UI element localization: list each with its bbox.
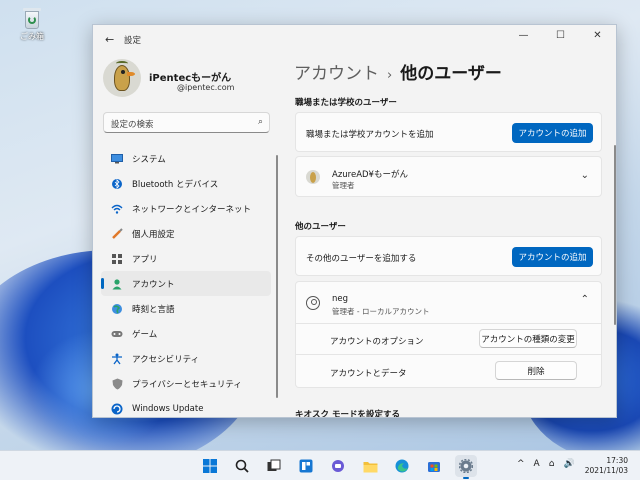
account-options-row: アカウントのオプション アカウントの種類の変更 [295,324,602,355]
content-scrollbar[interactable] [614,145,616,325]
breadcrumb-separator: › [387,68,393,83]
avatar[interactable] [103,59,141,97]
taskbar: ^ A ⌂ 🔊 17:30 2021/11/03 [0,450,640,480]
sidebar-item-apps[interactable]: アプリ [101,246,271,271]
recycle-bin-desktop-icon[interactable]: ごみ箱 [14,6,50,42]
profile-name: iPentecもーがん [149,73,232,84]
widgets-icon[interactable] [295,455,317,477]
settings-icon[interactable] [455,455,477,479]
accessibility-icon [111,353,123,365]
account-data-row: アカウントとデータ 削除 [295,355,602,388]
recycle-bin-icon [22,6,42,30]
windows-start-icon[interactable] [199,455,221,477]
sidebar-item-time-language[interactable]: 時刻と言語 [101,296,271,321]
task-view-icon[interactable] [263,455,285,477]
tray-chevron-icon[interactable]: ^ [517,459,525,469]
chevron-up-icon[interactable]: ⌃ [581,294,589,305]
sidebar-item-privacy[interactable]: プライバシーとセキュリティ [101,371,271,396]
shield-icon [111,378,123,390]
search-icon: ⌕ [257,117,263,127]
sidebar-item-accounts[interactable]: アカウント [101,271,271,296]
profile-header: iPentecもーがん @ipentec.com [103,59,273,103]
monitor-icon [111,153,123,165]
account-icon [111,278,123,290]
add-work-account-button[interactable]: アカウントの追加 [512,123,593,143]
network-icon[interactable]: ⌂ [549,459,555,469]
search-icon[interactable] [231,455,253,477]
title-bar[interactable]: ← 設定 — ☐ ✕ [93,25,616,53]
settings-window: ← 設定 — ☐ ✕ iPentecもーがん @ipentec.com 設定の検… [92,24,617,418]
ime-indicator[interactable]: A [534,459,540,469]
chat-icon[interactable] [327,455,349,477]
clock-time: 17:30 [606,456,628,465]
file-explorer-icon[interactable] [359,455,381,477]
person-icon [306,296,320,310]
update-icon [111,403,123,415]
close-button[interactable]: ✕ [579,25,616,45]
other-users-section-title: 他のユーザー [295,222,346,232]
sidebar-item-gaming[interactable]: ゲーム [101,321,271,346]
brush-icon [111,227,123,240]
local-user-row[interactable]: neg 管理者 - ローカルアカウント ⌃ [295,281,602,324]
add-work-account-card: 職場または学校アカウントを追加 アカウントの追加 [295,112,602,152]
apps-icon [111,253,123,265]
add-other-user-card: その他のユーザーを追加する アカウントの追加 [295,236,602,276]
profile-email: @ipentec.com [177,83,235,92]
sidebar-item-system[interactable]: システム [101,146,271,171]
user-avatar-icon [306,170,320,184]
delete-account-button[interactable]: 削除 [495,361,577,380]
chevron-down-icon[interactable]: ⌄ [581,170,589,181]
sidebar-item-network[interactable]: ネットワークとインターネット [101,196,271,221]
volume-icon[interactable]: 🔊 [563,459,574,469]
work-school-section-title: 職場または学校のユーザー [295,98,397,108]
recycle-bin-label: ごみ箱 [20,32,44,41]
search-placeholder: 設定の検索 [111,120,154,130]
sidebar-item-bluetooth[interactable]: Bluetooth とデバイス [101,171,271,196]
settings-search-input[interactable]: 設定の検索 ⌕ [103,112,270,133]
kiosk-section-title: キオスク モードを設定する [295,410,400,418]
work-user-row[interactable]: AzureAD¥もーがん 管理者 ⌄ [295,156,602,197]
back-arrow-icon[interactable]: ← [105,33,114,46]
taskbar-clock[interactable]: 17:30 2021/11/03 [585,456,628,476]
maximize-button[interactable]: ☐ [542,25,579,45]
minimize-button[interactable]: — [505,25,542,45]
clock-date: 2021/11/03 [584,466,628,475]
sidebar-item-personalization[interactable]: 個人用設定 [101,221,271,246]
edge-icon[interactable] [391,455,413,477]
change-account-type-button[interactable]: アカウントの種類の変更 [479,329,577,348]
sidebar-scrollbar[interactable] [276,155,278,398]
sidebar-nav: システム Bluetooth とデバイス ネットワークとインターネット 個人用設… [101,146,271,417]
wifi-icon [111,203,123,215]
gamepad-icon [111,328,123,340]
breadcrumb[interactable]: アカウント [294,64,379,84]
sidebar-item-windows-update[interactable]: Windows Update [101,396,271,417]
globe-icon [111,303,123,315]
add-other-user-button[interactable]: アカウントの追加 [512,247,593,267]
sidebar-item-accessibility[interactable]: アクセシビリティ [101,346,271,371]
breadcrumb-current: 他のユーザー [400,64,502,84]
store-icon[interactable] [423,455,445,477]
bluetooth-icon [111,178,123,190]
page-title: アカウント › 他のユーザー [294,59,502,84]
system-tray: ^ A ⌂ 🔊 [517,459,584,469]
window-title: 設定 [124,36,142,46]
